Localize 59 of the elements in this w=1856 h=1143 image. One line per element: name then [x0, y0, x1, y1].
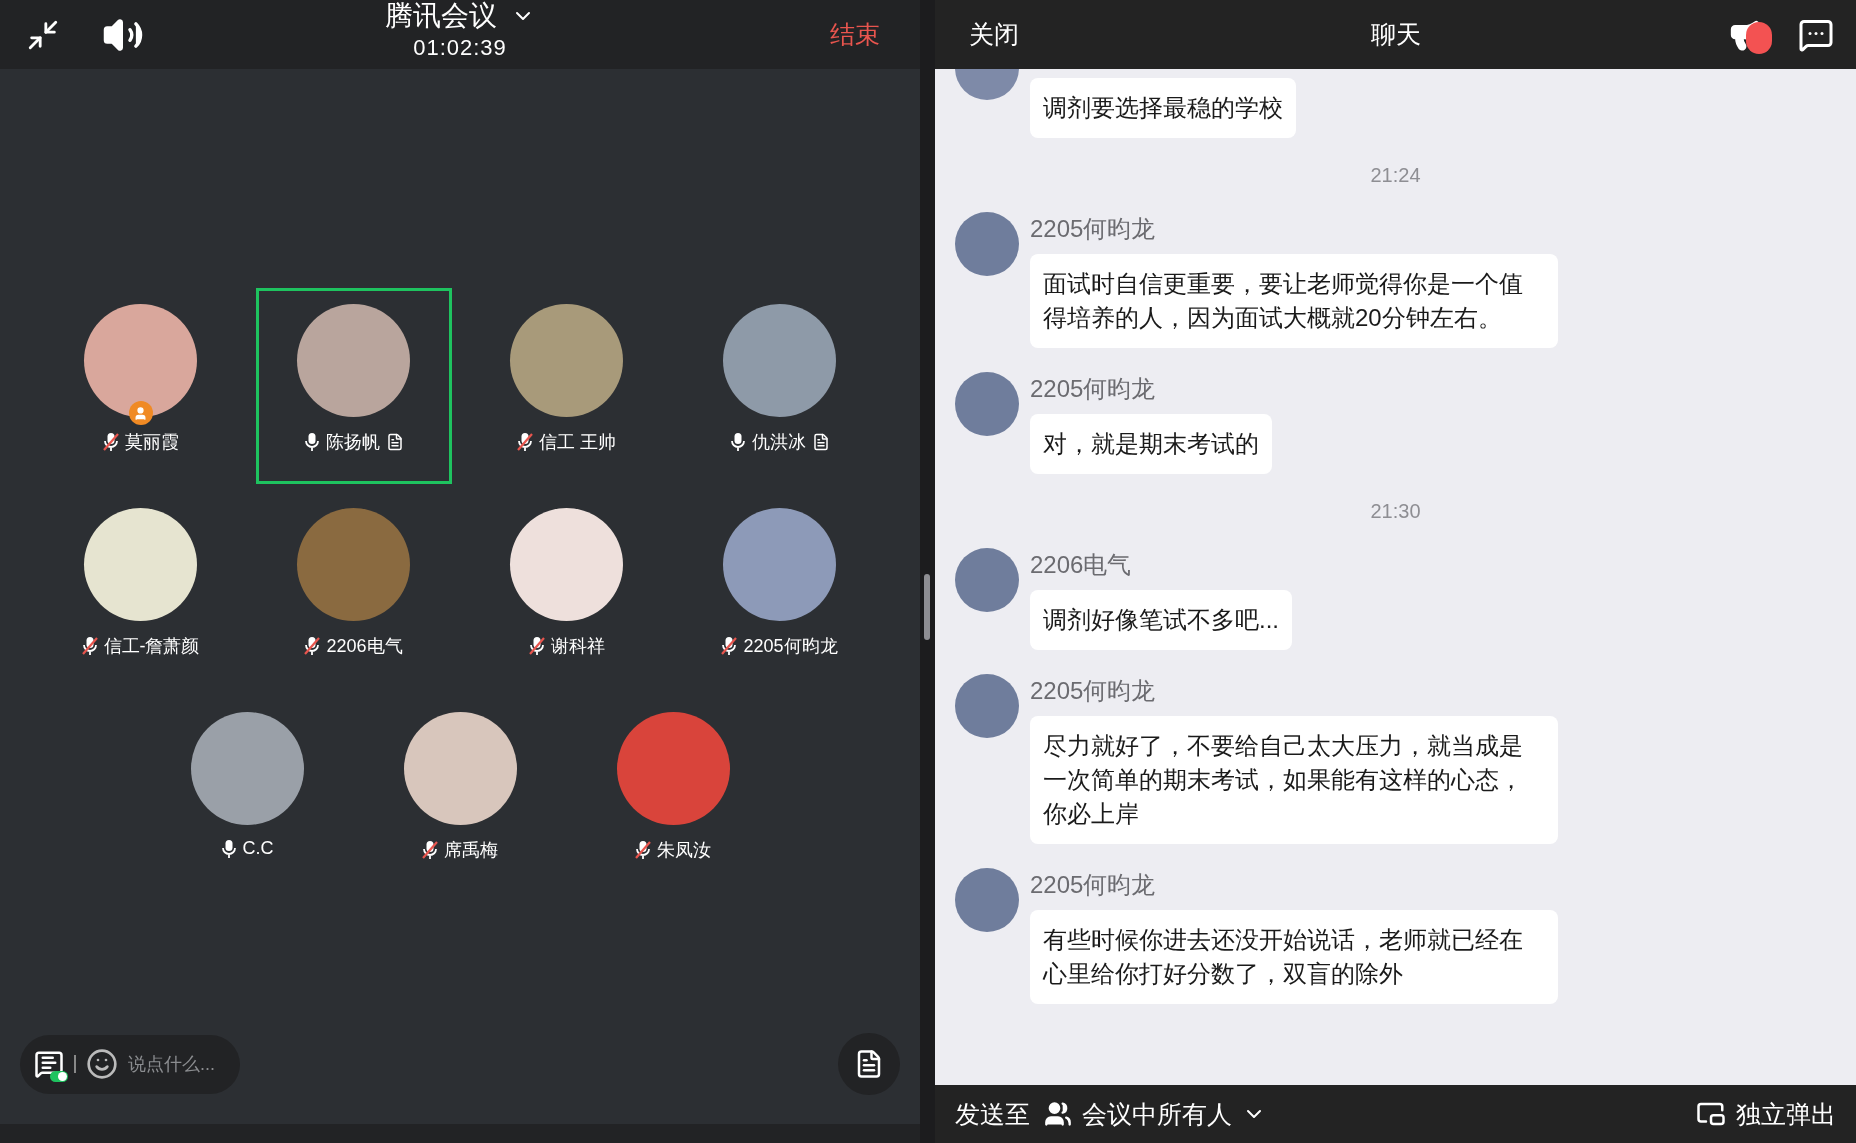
participant-name: 2206电气: [326, 635, 403, 658]
sender-name: 2205何昀龙: [1030, 870, 1156, 900]
mic-muted-icon: [81, 636, 98, 656]
participant-name: 朱凤汝: [657, 839, 711, 862]
meeting-title[interactable]: 腾讯会议: [385, 0, 535, 32]
mic-muted-icon: [304, 636, 321, 656]
participant-tile[interactable]: 莫丽霞: [42, 288, 239, 484]
message-bubble: 对，就是期末考试的: [1030, 414, 1272, 474]
sender-name: 2205何昀龙: [1030, 676, 1156, 706]
send-to-label: 发送至: [955, 1098, 1030, 1130]
participant-tile[interactable]: 仇洪冰: [681, 288, 878, 484]
mic-icon: [729, 432, 746, 452]
participant-tile[interactable]: 2206电气: [255, 492, 452, 688]
participant-tile[interactable]: 席禹梅: [362, 696, 558, 892]
scrollbar-thumb[interactable]: [924, 574, 930, 640]
chat-title: 聊天: [1370, 19, 1421, 50]
message-time: 21:30: [1370, 499, 1421, 524]
chat-input-field[interactable]: 说点什么...: [20, 1034, 240, 1094]
recipient-dropdown[interactable]: 会议中所有人: [1044, 1097, 1266, 1131]
message-bubble: 尽力就好了，不要给自己太大压力，就当成是一次简单的期末考试，如果能有这样的心态，你必上岸: [1030, 716, 1558, 844]
sender-name: 2205何昀龙: [1030, 214, 1156, 244]
people-icon: [1044, 1100, 1072, 1128]
participant-tile[interactable]: 陈扬帆: [255, 288, 452, 484]
popout-button[interactable]: 独立弹出: [1696, 1097, 1836, 1131]
participant-tile[interactable]: 2205何昀龙: [681, 492, 878, 688]
mic-muted-icon: [721, 636, 738, 656]
meeting-timer: 01:02:39: [413, 35, 507, 61]
participant-name: 信工-詹萧颜: [103, 635, 200, 658]
emoji-icon[interactable]: [86, 1048, 118, 1080]
mic-icon: [220, 838, 237, 859]
mic-muted-icon: [422, 840, 438, 860]
participant-tile[interactable]: 信工-詹萧颜: [42, 492, 239, 688]
participant-name: 谢科祥: [550, 635, 605, 658]
participant-tile[interactable]: 谢科祥: [468, 492, 665, 688]
message-bubble: 面试时自信更重要，要让老师觉得你是一个值得培养的人，因为面试大概就20分钟左右。: [1030, 254, 1558, 348]
participant-name: 2205何昀龙: [743, 635, 838, 658]
participant-name: 莫丽霞: [124, 431, 179, 454]
mic-muted-icon: [635, 840, 651, 860]
participant-name: 信工 王帅: [539, 431, 616, 454]
message-bubble: 调剂要选择最稳的学校: [1030, 78, 1296, 138]
input-placeholder: 说点什么...: [128, 1053, 215, 1076]
participant-tile[interactable]: 朱凤汝: [575, 696, 771, 892]
message-time: 21:24: [1370, 163, 1421, 188]
mic-muted-icon: [102, 432, 119, 452]
mic-muted-icon: [517, 432, 533, 452]
participant-name: 席禹梅: [444, 839, 498, 862]
participant-name: 陈扬帆: [325, 431, 380, 454]
sender-name: 2205何昀龙: [1030, 374, 1156, 404]
sender-name: 2206电气: [1030, 550, 1132, 580]
participant-name: C.C: [242, 838, 274, 859]
mic-muted-icon: [528, 636, 545, 656]
participant-tile[interactable]: C.C: [149, 696, 345, 892]
participant-name: 仇洪冰: [751, 431, 806, 454]
message-bubble: 有些时候你进去还没开始说话，老师就已经在心里给你打好分数了，双盲的除外: [1030, 910, 1558, 1004]
participant-tile[interactable]: 信工 王帅: [468, 288, 665, 484]
close-button[interactable]: 关闭: [961, 14, 1027, 55]
message-bubble: 调剂好像笔试不多吧...: [1030, 590, 1292, 650]
end-meeting-button[interactable]: 结束: [824, 14, 886, 55]
mic-icon: [303, 432, 320, 452]
